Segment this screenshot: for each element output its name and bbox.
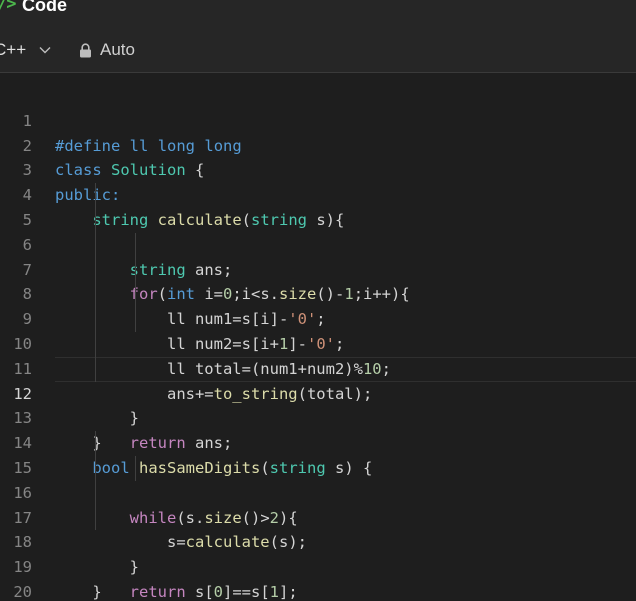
chevron-down-icon [39, 47, 51, 54]
lock-icon [80, 42, 91, 57]
line-number: 20 [13, 582, 32, 601]
autosave-label: Auto [100, 40, 135, 59]
code-line: 7 ll num1=s[i]-'0'; [0, 232, 636, 328]
code-line: 5 string ans; [0, 183, 636, 279]
code-editor[interactable]: 1 #define ll long long 2 class Solution … [0, 84, 636, 601]
code-line: 6 for(int i=0;i<s.size()-1;i++){ [0, 207, 636, 303]
code-line: 15 while(s.size()>2){ [0, 431, 636, 527]
language-selector[interactable]: C++ [0, 39, 52, 61]
code-line: 4 string calculate(string s){ [0, 158, 636, 229]
code-line: 19 } [0, 530, 636, 601]
code-text: } [55, 582, 102, 601]
panel-header: /> Code [0, 0, 636, 28]
panel-title: Code [22, 0, 67, 15]
code-line: 9 ll total=(num1+num2)%10; [0, 282, 636, 378]
code-line: 20 }; [0, 555, 636, 601]
code-line: 13 } [0, 382, 636, 452]
code-line: 14 bool hasSameDigits(string s) { [0, 406, 636, 477]
code-line: 11 } [0, 331, 636, 427]
autosave-toggle[interactable]: Auto [79, 39, 135, 61]
code-icon: /> [0, 0, 17, 14]
code-line: 16 s=calculate(s); [0, 455, 636, 551]
editor-toolbar: C++ Auto [0, 28, 636, 73]
code-line-current: 12 return ans; [0, 356, 636, 452]
code-line: 1 #define ll long long [0, 84, 636, 155]
code-line: 10 ans+=to_string(total); [0, 307, 636, 403]
language-label: C++ [0, 40, 27, 59]
code-line: 17 } [0, 480, 636, 576]
code-line: 18 return s[0]==s[1]; [0, 505, 636, 601]
code-line: 8 ll num2=s[i+1]-'0'; [0, 257, 636, 353]
code-line: 3 public: [0, 134, 636, 204]
code-line: 2 class Solution { [0, 109, 636, 180]
